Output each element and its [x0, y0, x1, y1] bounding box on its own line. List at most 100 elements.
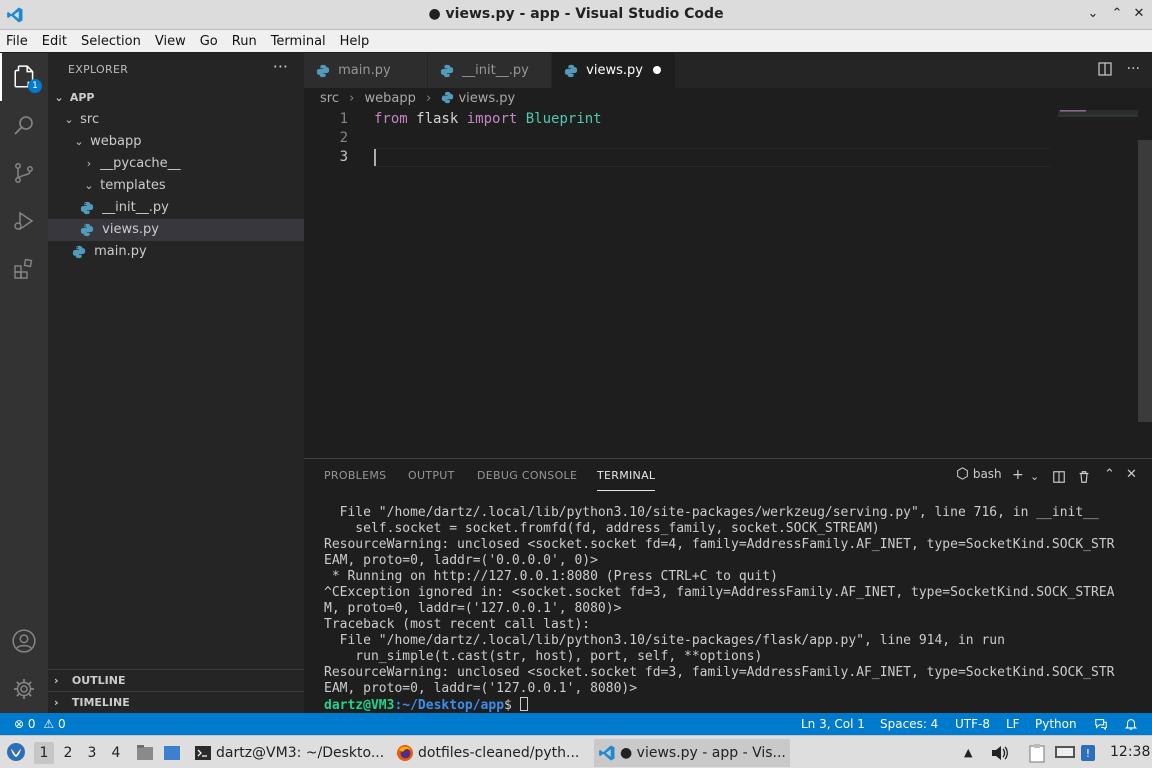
terminal-prompt[interactable]: dartz@VM3:~/Desktop/app$: [324, 697, 1140, 714]
tree-folder-src[interactable]: ⌄ src: [48, 109, 304, 131]
minimize-button[interactable]: ⌄: [1082, 6, 1104, 24]
menu-edit[interactable]: Edit: [42, 34, 67, 49]
menu-file[interactable]: File: [6, 34, 28, 49]
bottom-panel: PROBLEMS OUTPUT DEBUG CONSOLE TERMINAL b…: [304, 458, 1152, 713]
code-line-1[interactable]: from flask import Blueprint: [374, 110, 602, 129]
split-terminal-icon[interactable]: [1052, 470, 1066, 484]
menu-view[interactable]: View: [155, 34, 186, 49]
timeline-section[interactable]: › TIMELINE: [48, 691, 304, 713]
terminal-shell-selector[interactable]: bash: [956, 467, 1002, 481]
terminal-output[interactable]: File "/home/dartz/.local/lib/python3.10/…: [324, 505, 1140, 714]
indentation-status[interactable]: Spaces: 4: [880, 713, 938, 735]
chevron-down-icon[interactable]: ⌄: [1030, 470, 1039, 483]
tree-file-init[interactable]: __init__.py: [48, 197, 304, 219]
extensions-activity[interactable]: [0, 245, 48, 293]
panel-tab-problems[interactable]: PROBLEMS: [324, 469, 386, 491]
panel-tab-output[interactable]: OUTPUT: [408, 469, 455, 491]
python-file-icon: [316, 64, 330, 77]
new-terminal-plus-icon[interactable]: +: [1012, 467, 1024, 483]
close-button[interactable]: ✕: [1128, 6, 1150, 24]
tab-init-py[interactable]: __init__.py: [428, 53, 552, 88]
tab-views-py[interactable]: views.py: [552, 53, 676, 88]
terminal-line: ResourceWarning: unclosed <socket.socket…: [324, 665, 1115, 680]
tree-folder-webapp[interactable]: ⌄ webapp: [48, 131, 304, 153]
explorer-activity[interactable]: 1: [0, 53, 48, 101]
line-number: 1: [339, 111, 348, 127]
workspace-3[interactable]: 3: [82, 742, 102, 764]
workspace-2[interactable]: 2: [58, 742, 78, 764]
breadcrumb-webapp[interactable]: webapp: [364, 91, 415, 106]
python-file-icon: [440, 64, 454, 77]
split-editor-icon[interactable]: [1097, 61, 1113, 77]
title-bar: ● views.py - app - Visual Studio Code ⌄ …: [0, 0, 1152, 30]
task-vscode[interactable]: ● views.py - app - Vis...: [594, 739, 790, 767]
menu-run[interactable]: Run: [232, 34, 257, 49]
update-notifier-icon[interactable]: !: [1080, 743, 1096, 763]
line-number: 3: [339, 149, 348, 165]
chevron-right-icon: ›: [349, 91, 355, 106]
task-terminal[interactable]: dartz@VM3: ~/Deskto...: [190, 739, 388, 767]
menu-selection[interactable]: Selection: [81, 34, 141, 49]
trash-icon[interactable]: [1077, 470, 1091, 484]
terminal-bash-icon: [957, 467, 968, 480]
run-debug-activity[interactable]: [0, 197, 48, 245]
maximize-button[interactable]: ⌃: [1106, 6, 1128, 24]
menu-terminal[interactable]: Terminal: [271, 34, 326, 49]
explorer-sidebar: EXPLORER ··· ⌄ APP ⌄ src ⌄ webapp › __py…: [48, 53, 304, 713]
language-mode-status[interactable]: Python: [1035, 713, 1077, 735]
explorer-more-button[interactable]: ···: [273, 57, 288, 76]
tree-file-main[interactable]: main.py: [48, 241, 304, 263]
accounts-activity[interactable]: [0, 617, 48, 665]
problems-status[interactable]: ⊗ 0 ⚠ 0: [14, 713, 66, 735]
source-control-icon: [15, 163, 33, 183]
panel-tab-terminal[interactable]: TERMINAL: [597, 469, 656, 491]
tree-file-views[interactable]: views.py: [48, 219, 304, 241]
clock[interactable]: 12:38: [1110, 736, 1150, 768]
firefox-icon: [397, 745, 413, 761]
panel-tab-debug-console[interactable]: DEBUG CONSOLE: [477, 469, 577, 491]
search-activity[interactable]: [0, 101, 48, 149]
menu-help[interactable]: Help: [340, 34, 370, 49]
file-manager-icon[interactable]: [135, 743, 155, 763]
current-line-highlight: [374, 148, 1050, 167]
chevron-down-icon: ⌄: [54, 91, 64, 104]
code-editor[interactable]: 1 2 3 from flask import Blueprint: [304, 110, 1152, 458]
breadcrumb-views[interactable]: views.py: [458, 91, 515, 106]
feedback-icon[interactable]: [1094, 717, 1108, 731]
encoding-status[interactable]: UTF-8: [955, 713, 990, 735]
eol-status[interactable]: LF: [1006, 713, 1020, 735]
cursor-position-status[interactable]: Ln 3, Col 1: [801, 713, 865, 735]
python-file-icon: [72, 245, 86, 258]
task-firefox[interactable]: dotfiles-cleaned/pyth...: [392, 739, 590, 767]
account-icon: [12, 629, 36, 653]
source-control-activity[interactable]: [0, 149, 48, 197]
warning-icon: ⚠: [43, 717, 55, 731]
volume-icon[interactable]: [990, 744, 1010, 762]
menu-go[interactable]: Go: [200, 34, 218, 49]
explorer-title: EXPLORER: [68, 63, 129, 76]
terminal-line: ResourceWarning: unclosed <socket.socket…: [324, 537, 1115, 552]
start-menu-icon[interactable]: [6, 742, 26, 762]
display-monitor-icon[interactable]: [1054, 744, 1076, 762]
clipboard-icon[interactable]: [1028, 743, 1046, 763]
terminal-line: M, proto=0, laddr=('127.0.0.1', 8080)>: [324, 601, 622, 616]
workspace-1[interactable]: 1: [34, 742, 54, 764]
breadcrumb-src[interactable]: src: [320, 91, 339, 106]
tree-folder-templates[interactable]: ⌄ templates: [48, 175, 304, 197]
terminal-line: File "/home/dartz/.local/lib/python3.10/…: [324, 505, 1099, 520]
tab-main-py[interactable]: main.py: [304, 53, 428, 88]
manage-activity[interactable]: [0, 665, 48, 713]
editor-scrollbar[interactable]: [1138, 140, 1152, 422]
unsaved-dot-icon[interactable]: [653, 66, 661, 74]
minimap[interactable]: [1058, 110, 1138, 458]
more-actions-icon[interactable]: ···: [1127, 61, 1140, 77]
tray-up-arrow-icon[interactable]: ▲: [964, 736, 972, 768]
tree-folder-pycache[interactable]: › __pycache__: [48, 153, 304, 175]
outline-section[interactable]: › OUTLINE: [48, 669, 304, 691]
workspace-root[interactable]: ⌄ APP: [48, 87, 304, 109]
maximize-panel-chevron-up-icon[interactable]: ⌃: [1104, 467, 1115, 482]
show-desktop-icon[interactable]: [162, 743, 182, 763]
close-panel-icon[interactable]: ✕: [1126, 467, 1137, 482]
workspace-4[interactable]: 4: [106, 742, 126, 764]
notifications-bell-icon[interactable]: [1124, 717, 1138, 731]
